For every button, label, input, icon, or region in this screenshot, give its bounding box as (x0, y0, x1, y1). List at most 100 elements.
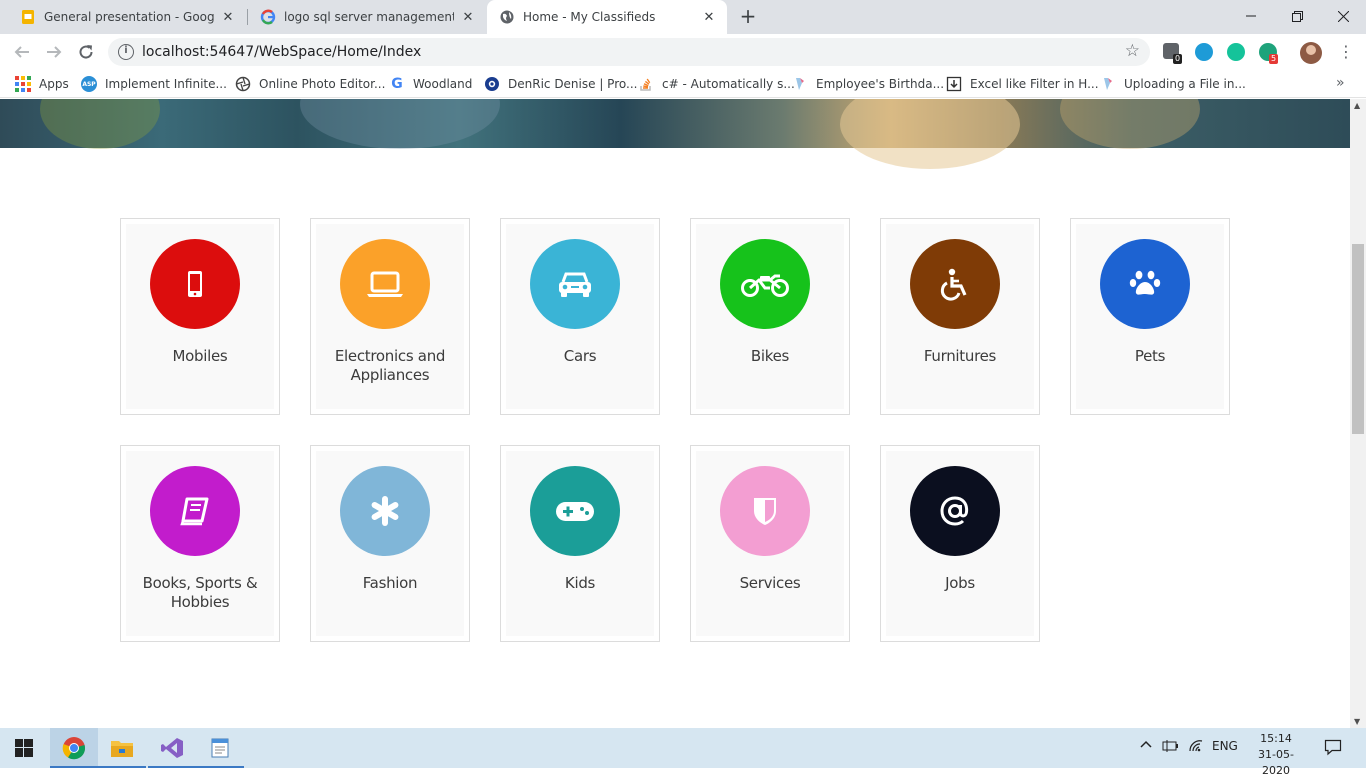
hero-banner-image (0, 99, 1350, 169)
wifi-icon[interactable] (1188, 739, 1204, 756)
tab-title: General presentation - Google Sl (44, 10, 214, 24)
tab-google-search[interactable]: logo sql server management stuc ✕ (248, 0, 486, 34)
category-card-pets[interactable]: Pets (1070, 218, 1230, 415)
reload-button[interactable] (74, 40, 98, 64)
profile-avatar[interactable] (1300, 42, 1322, 64)
file-explorer-icon[interactable] (98, 728, 146, 768)
bookmark-item[interactable]: Online Photo Editor... (235, 75, 385, 93)
stackoverflow-icon (638, 76, 654, 92)
category-card-fashion[interactable]: Fashion (310, 445, 470, 642)
bookmark-label: Employee's Birthda... (816, 77, 945, 91)
show-hidden-icons-icon[interactable] (1140, 739, 1152, 754)
visual-studio-icon[interactable] (148, 728, 196, 768)
category-label: Books, Sports & Hobbies (142, 574, 258, 611)
google-icon: G (391, 76, 403, 92)
bookmark-label: Implement Infinite... (105, 77, 227, 91)
globe-icon (499, 9, 515, 25)
bookmark-item[interactable]: Excel like Filter in H... (946, 75, 1099, 93)
scroll-down-icon[interactable]: ▼ (1354, 717, 1360, 726)
at-sign-icon (910, 466, 1000, 556)
extension-badge: 0 (1173, 54, 1183, 64)
windows-taskbar: ENG 15:14 31-05-2020 (0, 728, 1366, 777)
category-label: Electronics and Appliances (334, 347, 446, 384)
google-slides-icon (20, 9, 36, 25)
close-icon[interactable]: ✕ (460, 9, 476, 25)
scroll-up-icon[interactable]: ▲ (1354, 101, 1360, 110)
clock-date: 31-05-2020 (1258, 748, 1294, 777)
bookmark-item[interactable]: DenRic Denise | Pro... (484, 75, 637, 93)
book-icon (150, 466, 240, 556)
url-text[interactable]: localhost:54647/WebSpace/Home/Index (142, 44, 421, 60)
forward-button[interactable] (42, 40, 66, 64)
category-label: Jobs (945, 574, 975, 592)
restore-icon (1291, 10, 1303, 22)
minimize-icon (1246, 15, 1256, 17)
aspsnippets-icon (1100, 76, 1116, 92)
category-card-mobiles[interactable]: Mobiles (120, 218, 280, 415)
close-window-button[interactable] (1320, 0, 1366, 32)
apps-grid-icon (15, 76, 31, 92)
bookmark-item[interactable]: G Woodland (389, 75, 472, 93)
category-label: Fashion (362, 574, 418, 592)
tab-google-slides[interactable]: General presentation - Google Sl ✕ (8, 0, 246, 34)
bookmark-label: DenRic Denise | Pro... (508, 77, 638, 91)
category-card-cars[interactable]: Cars (500, 218, 660, 415)
grammarly-extension-icon[interactable] (1227, 43, 1245, 61)
bookmark-label: Apps (39, 77, 69, 91)
category-card-bikes[interactable]: Bikes (690, 218, 850, 415)
menu-kebab-icon[interactable]: ⋮ (1338, 42, 1354, 62)
mobile-phone-icon (150, 239, 240, 329)
battery-icon[interactable] (1162, 739, 1180, 756)
bookmark-item[interactable]: Uploading a File in... (1100, 75, 1246, 93)
address-bar[interactable]: i localhost:54647/WebSpace/Home/Index ☆ (108, 38, 1150, 66)
category-label: Pets (1134, 347, 1166, 365)
aspsnippets-icon (792, 76, 808, 92)
bookmark-item[interactable]: Employee's Birthda... (792, 75, 944, 93)
system-clock[interactable]: 15:14 31-05-2020 (1248, 731, 1304, 779)
category-label: Services (739, 574, 801, 592)
category-card-jobs[interactable]: Jobs (880, 445, 1040, 642)
restore-button[interactable] (1274, 0, 1320, 32)
notepad-icon[interactable] (196, 728, 244, 768)
close-icon[interactable]: ✕ (220, 9, 236, 25)
laptop-icon (340, 239, 430, 329)
bookmark-apps[interactable]: Apps (15, 75, 69, 93)
more-bookmarks-icon[interactable]: » (1336, 75, 1345, 91)
category-card-services[interactable]: Services (690, 445, 850, 642)
close-icon[interactable]: ✕ (701, 9, 717, 25)
car-icon (530, 239, 620, 329)
page-viewport: Mobiles Electronics and Appliances Cars … (0, 99, 1350, 728)
close-icon (1337, 10, 1349, 22)
language-indicator[interactable]: ENG (1212, 739, 1238, 753)
bookmark-item[interactable]: ASP Implement Infinite... (81, 75, 227, 93)
category-card-electronics[interactable]: Electronics and Appliances (310, 218, 470, 415)
vertical-scrollbar[interactable]: ▲ ▼ (1350, 99, 1366, 728)
category-card-kids[interactable]: Kids (500, 445, 660, 642)
asp-icon: ASP (81, 76, 97, 92)
category-label: Bikes (750, 347, 790, 365)
gamepad-icon (530, 466, 620, 556)
scrollbar-thumb[interactable] (1352, 244, 1364, 434)
category-label: Mobiles (172, 347, 228, 365)
bookmark-label: Uploading a File in... (1124, 77, 1246, 91)
minimize-button[interactable] (1228, 0, 1274, 32)
bookmark-label: Excel like Filter in H... (970, 77, 1099, 91)
category-card-books[interactable]: Books, Sports & Hobbies (120, 445, 280, 642)
bookmark-star-icon[interactable]: ☆ (1125, 41, 1140, 61)
google-search-icon (260, 9, 276, 25)
back-button[interactable] (10, 40, 34, 64)
motorcycle-icon (720, 239, 810, 329)
new-tab-button[interactable]: + (738, 6, 758, 27)
windows-start-icon[interactable] (0, 728, 48, 768)
site-info-icon[interactable]: i (118, 44, 134, 60)
category-card-furnitures[interactable]: Furnitures (880, 218, 1040, 415)
asterisk-icon (340, 466, 430, 556)
chrome-icon[interactable] (50, 728, 98, 768)
tab-my-classifieds[interactable]: Home - My Classifieds ✕ (487, 0, 727, 34)
messenger-extension-icon[interactable] (1195, 43, 1213, 61)
clock-time: 15:14 (1260, 732, 1292, 745)
bookmark-label: Woodland (413, 77, 473, 91)
aperture-icon (235, 76, 251, 92)
notification-center-icon[interactable] (1324, 738, 1342, 759)
bookmark-item[interactable]: c# - Automatically s... (638, 75, 795, 93)
